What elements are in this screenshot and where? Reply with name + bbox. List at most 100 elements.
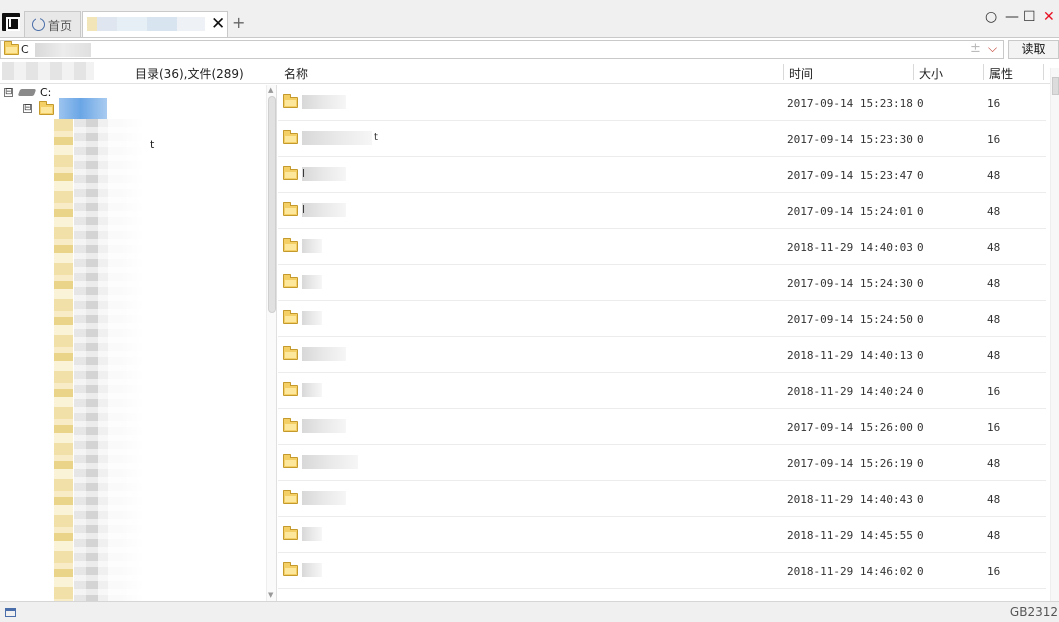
cell-attr: 48 (987, 277, 1001, 290)
cell-size: 0 (917, 169, 924, 182)
address-path-redacted (35, 43, 91, 57)
file-list: 2017-09-14 15:23:18 0 16 t 2017-09-14 15:23:… (278, 85, 1059, 601)
cell-time: 2017-09-14 15:23:18 (787, 97, 913, 110)
folder-name-redacted (302, 491, 346, 505)
folder-name-redacted (302, 239, 322, 253)
table-row[interactable]: 2018-11-29 14:40:24 0 16 (278, 373, 1046, 409)
folder-icon (283, 346, 298, 360)
close-window-button[interactable]: ✕ (1043, 8, 1055, 26)
tree-header-redacted (2, 62, 94, 80)
cell-time: 2017-09-14 15:24:30 (787, 277, 913, 290)
table-row[interactable]: 2017-09-14 15:26:19 0 48 (278, 445, 1046, 481)
cell-attr: 16 (987, 133, 1001, 146)
cell-attr: 48 (987, 493, 1001, 506)
window-icon[interactable] (5, 608, 16, 617)
cell-size: 0 (917, 97, 924, 110)
folder-name-redacted (302, 347, 346, 361)
table-row[interactable]: 2017-09-14 15:24:50 0 48 (278, 301, 1046, 337)
folder-icons-strip (54, 119, 73, 601)
folder-icon (283, 166, 298, 180)
list-scrollbar[interactable] (1050, 68, 1059, 601)
home-icon (32, 17, 45, 31)
selected-folder-redacted[interactable] (59, 98, 107, 119)
table-row[interactable]: 2018-11-29 14:40:13 0 48 (278, 337, 1046, 373)
cell-time: 2017-09-14 15:23:47 (787, 169, 913, 182)
file-manager-window: 首页 ✕ + ○ — ☐ ✕ C ± ⌵ 读取 目录(36),文件(289) 名… (0, 0, 1059, 622)
cell-time: 2018-11-29 14:40:13 (787, 349, 913, 362)
column-header-size[interactable]: 大小 (919, 65, 943, 82)
tab-current-folder[interactable]: ✕ (82, 11, 228, 37)
cell-time: 2018-11-29 14:46:02 (787, 565, 913, 578)
scroll-up-icon[interactable]: ▲ (268, 86, 273, 94)
cell-size: 0 (917, 565, 924, 578)
column-divider[interactable] (983, 64, 984, 80)
scroll-down-icon[interactable]: ▼ (268, 591, 273, 599)
folder-icon (283, 94, 298, 108)
address-bar[interactable]: C ± ⌵ (0, 40, 1004, 59)
cell-time: 2018-11-29 14:40:24 (787, 385, 913, 398)
column-header-time[interactable]: 时间 (789, 65, 813, 82)
encoding-indicator[interactable]: GB2312 (1010, 605, 1058, 619)
table-row[interactable]: 2018-11-29 14:45:55 0 48 (278, 517, 1046, 553)
chevron-down-icon[interactable]: ⌵ (988, 41, 997, 56)
tree-item-fragment: t (150, 138, 155, 151)
cell-attr: 48 (987, 457, 1001, 470)
folder-name-redacted (302, 383, 322, 397)
plus-minus-icon[interactable]: ± (970, 41, 981, 56)
cell-time: 2018-11-29 14:40:03 (787, 241, 913, 254)
status-bar: GB2312 (0, 601, 1059, 622)
folder-name-tail: t (374, 132, 378, 143)
cell-attr: 16 (987, 385, 1001, 398)
read-button[interactable]: 读取 (1008, 40, 1059, 59)
collapse-icon[interactable]: ⊟ (4, 88, 13, 97)
table-row[interactable]: t 2017-09-14 15:23:30 0 16 (278, 121, 1046, 157)
table-row[interactable]: 2018-11-29 14:46:02 0 16 (278, 553, 1046, 589)
tree-drive-label[interactable]: C: (40, 86, 51, 99)
folder-icon (283, 238, 298, 252)
settings-icon[interactable]: ○ (985, 8, 997, 26)
folder-name-redacted (302, 527, 322, 541)
cell-time: 2017-09-14 15:26:19 (787, 457, 913, 470)
new-tab-button[interactable]: + (232, 13, 245, 33)
column-header-attr[interactable]: 属性 (989, 65, 1013, 82)
cell-time: 2018-11-29 14:45:55 (787, 529, 913, 542)
list-scroll-thumb[interactable] (1052, 77, 1059, 95)
cell-attr: 48 (987, 169, 1001, 182)
maximize-button[interactable]: ☐ (1023, 8, 1036, 26)
column-header-name[interactable]: 名称 (284, 65, 308, 82)
table-row[interactable]: 2018-11-29 14:40:43 0 48 (278, 481, 1046, 517)
folder-name-lead: l (302, 203, 306, 216)
column-divider[interactable] (783, 64, 784, 80)
cell-attr: 48 (987, 241, 1001, 254)
tab-home[interactable]: 首页 (24, 11, 81, 37)
collapse-icon[interactable]: ⊟ (23, 104, 32, 113)
cell-time: 2017-09-14 15:26:00 (787, 421, 913, 434)
minimize-button[interactable]: — (1005, 8, 1019, 26)
table-row[interactable]: 2018-11-29 14:40:03 0 48 (278, 229, 1046, 265)
folder-name-redacted (302, 563, 322, 577)
folder-icon (283, 418, 298, 432)
table-row[interactable]: 2017-09-14 15:24:30 0 48 (278, 265, 1046, 301)
table-row[interactable]: l 2017-09-14 15:23:47 0 48 (278, 157, 1046, 193)
cell-size: 0 (917, 457, 924, 470)
cell-size: 0 (917, 277, 924, 290)
table-row[interactable]: l 2017-09-14 15:24:01 0 48 (278, 193, 1046, 229)
folder-icon (283, 202, 298, 216)
folder-name-redacted (302, 311, 322, 325)
table-row[interactable]: 2017-09-14 15:26:00 0 16 (278, 409, 1046, 445)
folder-name-redacted (302, 419, 346, 433)
column-divider[interactable] (913, 64, 914, 80)
folder-icon (283, 382, 298, 396)
folder-icon (39, 101, 54, 115)
cell-size: 0 (917, 493, 924, 506)
folder-icon (4, 41, 19, 55)
cell-size: 0 (917, 421, 924, 434)
close-tab-icon[interactable]: ✕ (211, 14, 225, 34)
cell-attr: 48 (987, 529, 1001, 542)
folder-name-redacted (302, 167, 346, 181)
tree-scrollbar[interactable]: ▲ ▼ (266, 85, 276, 601)
column-divider[interactable] (1043, 64, 1044, 80)
table-row[interactable]: 2017-09-14 15:23:18 0 16 (278, 85, 1046, 121)
folder-icon (283, 490, 298, 504)
tree-scroll-thumb[interactable] (268, 96, 276, 313)
